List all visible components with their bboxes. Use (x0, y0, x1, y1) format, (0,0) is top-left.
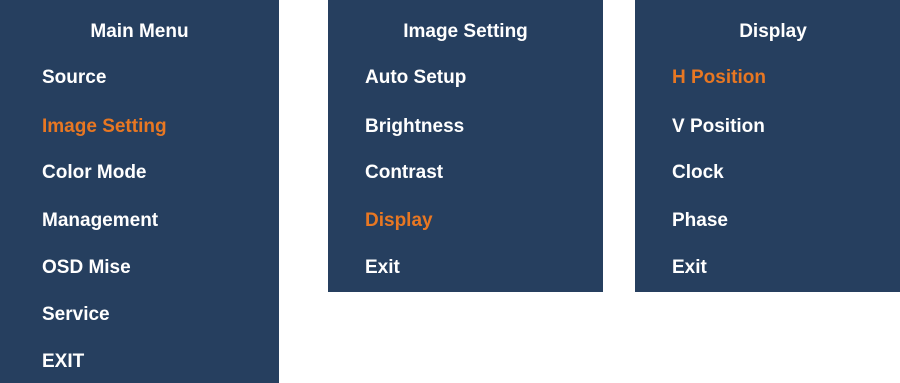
main-menu-title: Main Menu (90, 21, 189, 42)
main-menu-panel: Main Menu Source Image Setting Color Mod… (0, 0, 279, 383)
menu-item-v-position[interactable]: V Position (672, 115, 765, 139)
menu-item-source[interactable]: Source (42, 66, 106, 90)
menu-item-exit[interactable]: Exit (672, 256, 707, 280)
image-setting-title: Image Setting (403, 21, 528, 42)
menu-item-phase[interactable]: Phase (672, 209, 728, 233)
menu-item-image-setting[interactable]: Image Setting (42, 115, 167, 139)
display-title: Display (739, 21, 807, 42)
menu-item-clock[interactable]: Clock (672, 161, 724, 185)
menu-item-exit[interactable]: Exit (365, 256, 400, 280)
menu-item-service[interactable]: Service (42, 303, 110, 327)
menu-item-osd-mise[interactable]: OSD Mise (42, 256, 131, 280)
menu-item-display[interactable]: Display (365, 209, 433, 233)
menu-item-contrast[interactable]: Contrast (365, 161, 443, 185)
menu-item-h-position[interactable]: H Position (672, 66, 766, 90)
menu-item-management[interactable]: Management (42, 209, 158, 233)
menu-item-brightness[interactable]: Brightness (365, 115, 464, 139)
menu-item-auto-setup[interactable]: Auto Setup (365, 66, 466, 90)
display-panel: Display H Position V Position Clock Phas… (635, 0, 900, 292)
menu-item-exit[interactable]: EXIT (42, 350, 84, 374)
image-setting-panel: Image Setting Auto Setup Brightness Cont… (328, 0, 603, 292)
menu-item-color-mode[interactable]: Color Mode (42, 161, 147, 185)
